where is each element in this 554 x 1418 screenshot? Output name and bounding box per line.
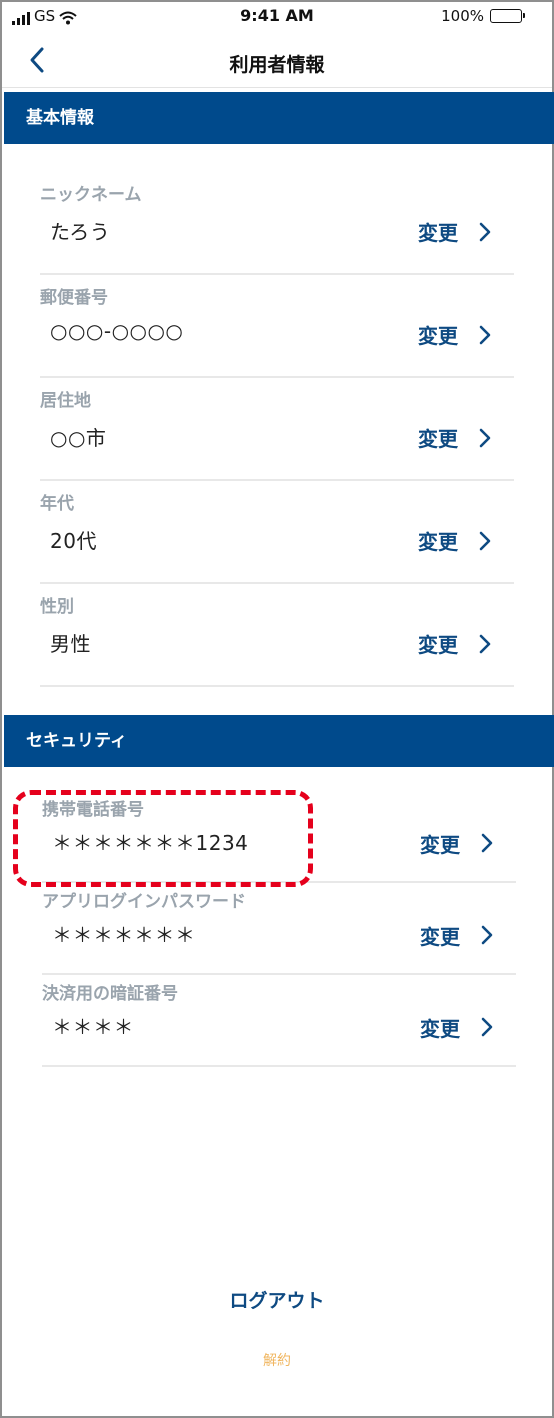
field-value: ＊＊＊＊: [52, 1015, 134, 1039]
nav-bar: 利用者情報: [2, 32, 552, 88]
change-link[interactable]: 変更: [418, 629, 458, 658]
field-value: ○○○-○○○○: [50, 319, 184, 343]
change-link[interactable]: 変更: [418, 320, 458, 349]
highlight-annotation: [13, 790, 313, 887]
field-value: ○○市: [50, 426, 107, 450]
change-link[interactable]: 変更: [418, 526, 458, 555]
field-label: 性別: [40, 597, 74, 617]
status-bar: GS 9:41 AM 100%: [2, 2, 552, 32]
logout-button[interactable]: ログアウト: [2, 1286, 552, 1313]
chevron-right-icon[interactable]: [478, 633, 492, 655]
change-link[interactable]: 変更: [420, 921, 460, 950]
battery-icon: [490, 9, 525, 23]
list-item-payment-pin: 決済用の暗証番号 ＊＊＊＊ 変更: [42, 975, 516, 1067]
list-item-residence: 居住地 ○○市 変更: [40, 378, 514, 481]
field-label: 居住地: [40, 391, 91, 411]
chevron-right-icon[interactable]: [480, 832, 494, 854]
change-link[interactable]: 変更: [418, 217, 458, 246]
cancel-membership-link[interactable]: 解約: [2, 1350, 552, 1370]
field-value: ＊＊＊＊＊＊＊: [52, 923, 196, 947]
chevron-right-icon[interactable]: [478, 324, 492, 346]
change-link[interactable]: 変更: [420, 1013, 460, 1042]
list-item-app-password: アプリログインパスワード ＊＊＊＊＊＊＊ 変更: [42, 883, 516, 975]
field-label: ニックネーム: [40, 185, 142, 205]
battery-percent: 100%: [441, 7, 484, 25]
phone-frame: GS 9:41 AM 100% 利用者情報 基本情報 ニックネーム たろう 変更…: [0, 0, 554, 1418]
field-value: 20代: [50, 529, 97, 553]
section-header-security: セキュリティ: [4, 715, 554, 767]
field-label: 郵便番号: [40, 288, 108, 308]
change-link[interactable]: 変更: [420, 829, 460, 858]
chevron-right-icon[interactable]: [480, 924, 494, 946]
field-value: たろう: [50, 220, 111, 244]
list-item-nickname: ニックネーム たろう 変更: [40, 172, 514, 275]
list-item-gender: 性別 男性 変更: [40, 584, 514, 687]
field-label: 年代: [40, 494, 74, 514]
list-item-age-group: 年代 20代 変更: [40, 481, 514, 584]
chevron-right-icon[interactable]: [480, 1016, 494, 1038]
chevron-right-icon[interactable]: [478, 530, 492, 552]
field-label: 決済用の暗証番号: [42, 984, 178, 1004]
change-link[interactable]: 変更: [418, 423, 458, 452]
section-header-basic: 基本情報: [4, 92, 554, 144]
chevron-right-icon[interactable]: [478, 221, 492, 243]
field-value: 男性: [50, 632, 91, 656]
battery-group: 100%: [441, 7, 525, 25]
field-label: アプリログインパスワード: [42, 892, 246, 912]
page-title: 利用者情報: [229, 54, 325, 76]
list-item-postal-code: 郵便番号 ○○○-○○○○ 変更: [40, 275, 514, 378]
chevron-right-icon[interactable]: [478, 427, 492, 449]
